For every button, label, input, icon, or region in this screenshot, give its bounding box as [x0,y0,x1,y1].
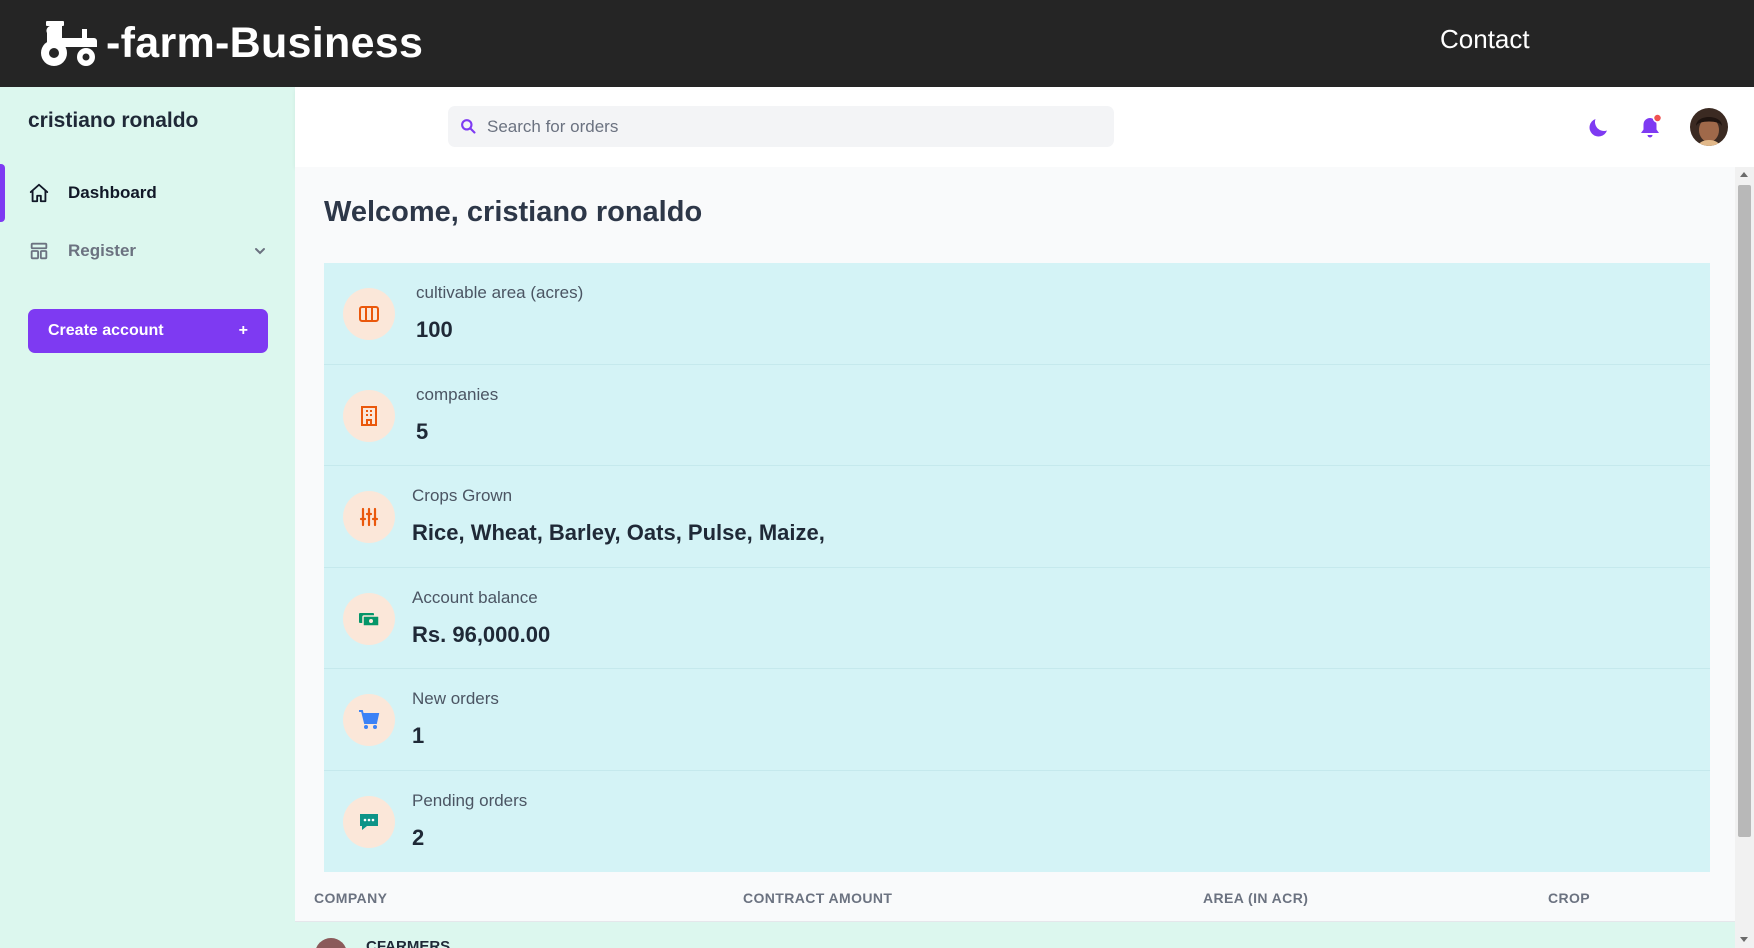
scrollbar[interactable] [1735,167,1754,948]
company-avatar [315,938,347,948]
stat-label: cultivable area (acres) [416,283,584,302]
table-row[interactable]: CFARMERS [295,922,1735,948]
sidebar-user-name: cristiano ronaldo [28,109,199,132]
stat-label: Pending orders [412,790,528,810]
columns-icon [343,288,395,340]
stat-value: 1 [412,723,425,748]
orders-table-header: COMPANY CONTRACT AMOUNT AREA (IN ACR) CR… [295,873,1735,922]
active-indicator [0,164,5,222]
avatar-image [1690,108,1728,146]
stat-card-account-balance: Account balance Rs. 96,000.00 [324,568,1710,669]
sidebar-item-label: Register [68,241,137,260]
sidebar-item-label: Dashboard [68,183,157,202]
cart-icon [343,694,395,746]
create-account-label: Create account [48,322,164,339]
chat-icon [343,795,395,848]
moon-icon[interactable] [1587,115,1611,139]
avatar[interactable] [1690,108,1728,146]
brand-name: -farm-Business [106,18,424,67]
adjustments-icon [343,491,395,543]
tractor-icon [41,21,97,66]
stat-card-pending-orders: Pending orders 2 [324,771,1710,873]
stat-value: 100 [416,317,453,342]
scroll-up-arrow-icon[interactable] [1740,172,1748,177]
sidebar-item-register[interactable]: Register [28,236,268,266]
scroll-down-arrow-icon[interactable] [1740,937,1748,942]
search-input[interactable] [487,116,1087,137]
stat-value: 5 [416,418,429,444]
company-name: CFARMERS [366,938,451,948]
stat-label: Crops Grown [412,486,513,505]
search-icon [461,119,476,134]
sidebar-item-dashboard[interactable]: Dashboard [28,178,268,208]
main-content: Welcome, cristiano ronaldo cultivable ar… [295,167,1735,948]
column-header-area: AREA (IN ACR) [1203,890,1309,906]
bell-icon[interactable] [1638,113,1664,141]
chevron-down-icon [255,248,265,255]
stat-card-crops-grown: Crops Grown Rice, Wheat, Barley, Oats, P… [324,466,1710,568]
column-header-crop: CROP [1548,890,1591,906]
stat-card-companies: companies 5 [324,365,1710,466]
stat-card-cultivable-area: cultivable area (acres) 100 [324,263,1710,365]
template-icon [30,242,48,260]
stat-label: companies [416,384,499,404]
column-header-company: COMPANY [314,890,388,906]
sidebar: cristiano ronaldo Dashboard Register Cre… [0,87,295,948]
stat-value: Rice, Wheat, Barley, Oats, Pulse, Maize, [412,520,825,545]
stat-value: Rs. 96,000.00 [412,621,551,647]
plus-icon: + [238,322,248,339]
top-navbar: -farm-Business Contact [0,0,1754,87]
scroll-thumb[interactable] [1738,185,1751,837]
search-bar[interactable] [448,106,1114,147]
stat-value: 2 [412,824,425,850]
column-header-contract-amount: CONTRACT AMOUNT [743,890,893,906]
cash-icon [343,592,395,645]
building-icon [343,389,395,442]
contact-link[interactable]: Contact [1440,24,1530,55]
header [295,87,1754,167]
create-account-button[interactable]: Create account + [28,309,268,353]
page-title: Welcome, cristiano ronaldo [324,196,703,228]
stat-card-new-orders: New orders 1 [324,669,1710,771]
stats-panel: cultivable area (acres) 100 companies 5 … [324,263,1710,872]
stat-label: Account balance [412,587,538,607]
brand[interactable]: -farm-Business [36,12,423,74]
stat-label: New orders [412,689,499,708]
home-icon [29,183,49,203]
